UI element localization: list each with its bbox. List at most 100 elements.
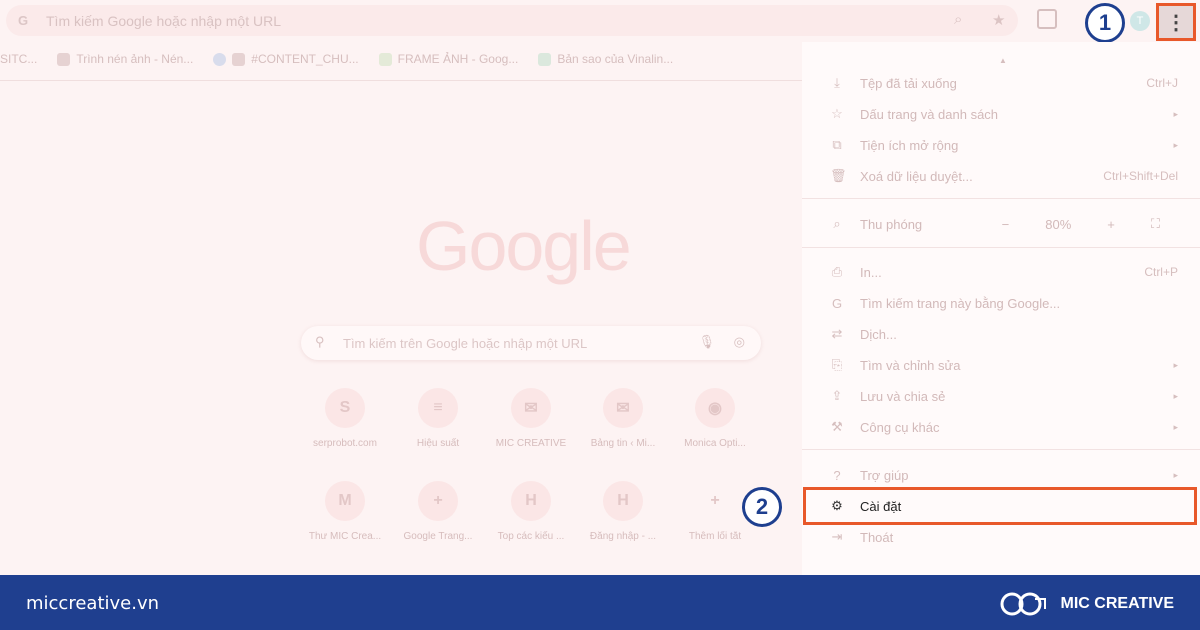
menu-item-print[interactable]: ⎙ In... Ctrl+P (802, 258, 1200, 286)
infinity-logo-icon (1000, 592, 1046, 616)
shortcut-tile[interactable]: M Thư MIC Crea... (300, 481, 390, 561)
shortcut-icon: ◉ (695, 388, 735, 428)
menu-divider (802, 247, 1200, 248)
bookmark-label: SITC... (0, 52, 38, 66)
shortcut-icon: ✉ (603, 388, 643, 428)
shortcut-icon: S (325, 388, 365, 428)
shortcut-label: Thư MIC Crea... (308, 531, 382, 542)
chevron-right-icon: ▸ (1173, 469, 1178, 480)
google-g-icon: G (18, 13, 29, 28)
shortcut-tile[interactable]: ✉ MIC CREATIVE (486, 388, 576, 468)
translate-icon: ⇄ (831, 326, 843, 341)
three-dots-icon: ⋮ (1166, 11, 1186, 34)
bookmark-star-icon[interactable]: ★ (992, 11, 1005, 29)
camera-lens-icon[interactable]: ◎ (734, 334, 745, 350)
menu-item-label: Thu phóng (860, 216, 923, 232)
chevron-right-icon: ▸ (1173, 421, 1178, 432)
divider (0, 80, 802, 81)
caret-up-icon: ▲ (999, 56, 1007, 65)
find-icon: ⎘ (831, 357, 843, 372)
shortcut-icon: H (511, 481, 551, 521)
shortcut-icon: ≡ (418, 388, 458, 428)
step-1-badge: 1 (1085, 3, 1125, 43)
menu-item-label: Trợ giúp (860, 467, 909, 483)
brand-logo: MIC CREATIVE (999, 591, 1174, 617)
menu-item-help[interactable]: ? Trợ giúp ▸ (802, 461, 1200, 489)
bookmark-label: FRAME ẢNH - Goog... (397, 52, 519, 66)
menu-item-bookmarks[interactable]: ☆ Dấu trang và danh sách ▸ (802, 100, 1200, 128)
menu-item-extensions[interactable]: ⧉ Tiện ích mở rộng ▸ (802, 131, 1200, 159)
search-icon: ⚲ (315, 334, 325, 349)
shortcut-label: Hiệu suất (416, 438, 460, 449)
exit-icon: ⇥ (831, 529, 843, 544)
browser-window: G Tìm kiếm Google hoặc nhập một URL ⌕ ★ … (0, 0, 1200, 575)
profile-avatar[interactable]: T (1130, 11, 1150, 31)
zoom-lens-icon[interactable]: ⌕ (954, 11, 962, 28)
zoom-icon: ⌕ (833, 216, 841, 231)
share-icon: ⇪ (831, 388, 843, 403)
shortcut-label: Google Trang... (403, 531, 473, 542)
shortcut-icon: M (325, 481, 365, 521)
bookmark-item[interactable]: Bản sao của Vinalin... (538, 52, 673, 66)
star-icon: ☆ (831, 106, 843, 121)
shortcut-icon: ✉ (511, 388, 551, 428)
fullscreen-icon[interactable]: ⛶ (1151, 216, 1160, 232)
menu-item-label: Tìm và chỉnh sửa (860, 357, 961, 373)
menu-item-label: Tệp đã tải xuống (860, 75, 957, 91)
google-icon: G (831, 295, 843, 311)
menu-item-clear-data[interactable]: 🗑 Xoá dữ liệu duyệt... Ctrl+Shift+Del (802, 162, 1200, 190)
settings-highlight-box (803, 487, 1197, 525)
bookmark-item[interactable]: #CONTENT_CHU... (213, 52, 359, 66)
shortcut-tile[interactable]: Sserprobot.com (300, 388, 390, 468)
download-icon: ⤓ (834, 75, 840, 90)
shortcut-label: MIC CREATIVE (495, 438, 567, 449)
menu-item-translate[interactable]: ⇄ Dịch... (802, 320, 1200, 348)
mic-icon[interactable]: 🎙 (698, 334, 715, 350)
menu-item-downloads[interactable]: ⤓ Tệp đã tải xuống Ctrl+J (802, 69, 1200, 97)
menu-item-label: Tìm kiếm trang này bằng Google... (860, 295, 1061, 311)
menu-item-label: Xoá dữ liệu duyệt... (860, 168, 973, 184)
chevron-right-icon: ▸ (1173, 139, 1178, 150)
chevron-right-icon: ▸ (1173, 390, 1178, 401)
search-input[interactable]: ⚲ Tìm kiếm trên Google hoặc nhập một URL… (301, 326, 761, 360)
shortcut-tile[interactable]: ✉ Bảng tin ‹ Mi... (578, 388, 668, 468)
toolbar: G Tìm kiếm Google hoặc nhập một URL ⌕ ★ … (0, 0, 1200, 43)
bookmark-favicon-icon (57, 52, 71, 66)
trash-icon: 🗑 (830, 168, 847, 183)
bookmark-item[interactable]: FRAME ẢNH - Goog... (378, 52, 519, 66)
zoom-out-button[interactable]: − (1002, 217, 1010, 232)
brand-name: MIC CREATIVE (1060, 595, 1174, 612)
bookmark-label: Trình nén ảnh - Nén... (76, 52, 194, 66)
chevron-right-icon: ▸ (1173, 108, 1178, 119)
shortcut-tile[interactable]: + Google Trang... (393, 481, 483, 561)
shortcut-tile[interactable]: H Đăng nhập - ... (578, 481, 668, 561)
menu-item-label: Công cụ khác (860, 419, 940, 435)
extensions-icon[interactable] (1037, 9, 1057, 29)
menu-item-exit[interactable]: ⇥ Thoát (802, 523, 1200, 551)
puzzle-icon: ⧉ (832, 137, 842, 152)
help-icon: ? (833, 467, 841, 483)
omnibox[interactable]: G Tìm kiếm Google hoặc nhập một URL ⌕ ★ (6, 5, 1018, 36)
zoom-in-button[interactable]: + (1107, 217, 1115, 232)
menu-item-save-share[interactable]: ⇪ Lưu và chia sẻ ▸ (802, 382, 1200, 410)
plus-icon: + (710, 492, 720, 509)
toolbox-icon: ⚒ (831, 419, 843, 434)
shortcut-tile[interactable]: ◉ Monica Opti... (670, 388, 760, 468)
menu-item-label: Tiện ích mở rộng (860, 137, 959, 153)
bookmark-item[interactable]: Trình nén ảnh - Nén... (57, 52, 193, 66)
menu-item-more-tools[interactable]: ⚒ Công cụ khác ▸ (802, 413, 1200, 441)
shortcut-tile[interactable]: H Top các kiểu ... (486, 481, 576, 561)
shortcut-tile[interactable]: ≡ Hiệu suất (393, 388, 483, 468)
drive-icon (378, 52, 392, 66)
menu-item-find-edit[interactable]: ⎘ Tìm và chỉnh sửa ▸ (802, 351, 1200, 379)
shortcut-icon: + (418, 481, 458, 521)
chrome-menu-button[interactable]: ⋮ (1156, 3, 1196, 41)
menu-divider (802, 449, 1200, 450)
bookmark-label: #CONTENT_CHU... (251, 52, 359, 66)
bookmarks-bar: SITC... Trình nén ảnh - Nén... #CONTENT_… (0, 46, 800, 72)
step-2-badge: 2 (742, 487, 782, 527)
bookmark-item[interactable]: SITC... (0, 52, 37, 66)
shortcut-label: Top các kiểu ... (497, 531, 565, 542)
menu-item-search-page[interactable]: G Tìm kiếm trang này bằng Google... (802, 289, 1200, 317)
menu-item-zoom: ⌕ Thu phóng − 80% + ⛶ (802, 210, 1200, 238)
